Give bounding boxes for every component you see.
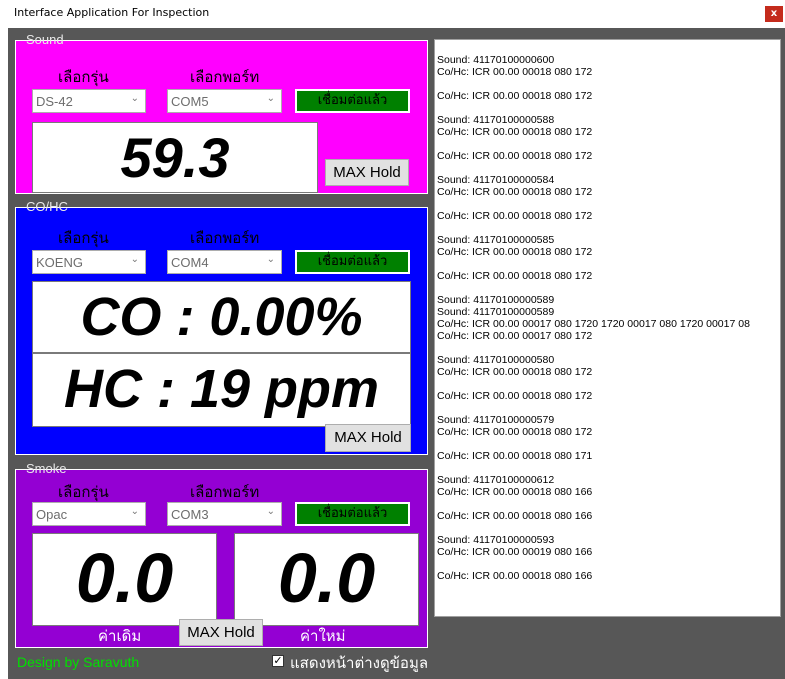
smoke-old-display: 0.0: [32, 533, 217, 626]
log-line: Co/Hc: ICR 00.00 00019 080 166: [437, 546, 593, 558]
design-credit: Design by Saravuth: [17, 654, 140, 670]
log-line: Co/Hc: ICR 00.00 00018 080 172: [437, 186, 593, 198]
smoke-new-display: 0.0: [234, 533, 419, 626]
cohc-model-select[interactable]: KOENG ⌄: [32, 250, 146, 274]
cohc-legend: CO/HC: [26, 199, 68, 214]
smoke-group: Smoke เลือกรุ่น เลือกพอร์ท Opac ⌄ COM3 ⌄…: [15, 461, 428, 648]
co-reading-display: CO : 0.00%: [32, 281, 411, 353]
cohc-connect-button[interactable]: เชื่อมต่อแล้ว: [295, 250, 410, 274]
chevron-down-icon: ⌄: [266, 506, 275, 517]
co-reading: CO : 0.00%: [80, 287, 363, 347]
title-bar: Interface Application For Inspection x: [0, 0, 785, 29]
log-line: Sound: 41170100000589: [437, 294, 555, 306]
smoke-legend: Smoke: [26, 461, 67, 476]
log-line: Co/Hc: ICR 00.00 00018 080 172: [437, 126, 593, 138]
log-line: Co/Hc: ICR 00.00 00018 080 166: [437, 510, 593, 522]
cohc-max-hold-button[interactable]: MAX Hold: [325, 424, 411, 452]
chevron-down-icon: ⌄: [266, 93, 275, 104]
log-line: Co/Hc: ICR 00.00 00018 080 172: [437, 366, 593, 378]
chevron-down-icon: ⌄: [130, 93, 139, 104]
cohc-port-label: เลือกพอร์ท: [190, 229, 260, 247]
sound-model-label: เลือกรุ่น: [58, 68, 109, 86]
sound-model-value: DS-42: [36, 94, 73, 109]
close-button[interactable]: x: [765, 6, 783, 22]
log-line: Co/Hc: ICR 00.00 00018 080 166: [437, 486, 593, 498]
smoke-new-reading: 0.0: [277, 539, 376, 617]
log-line: Co/Hc: ICR 00.00 00018 080 172: [437, 66, 593, 78]
cohc-port-select[interactable]: COM4 ⌄: [167, 250, 282, 274]
smoke-model-label: เลือกรุ่น: [58, 483, 109, 501]
chevron-down-icon: ⌄: [266, 254, 275, 265]
log-line: Co/Hc: ICR 00.00 00018 080 172: [437, 270, 593, 282]
close-icon: x: [770, 8, 778, 19]
show-window-checkbox[interactable]: ✓: [272, 655, 284, 667]
smoke-new-label: ค่าใหม่: [300, 627, 346, 645]
log-line: Sound: 41170100000579: [437, 414, 555, 426]
chevron-down-icon: ⌄: [130, 506, 139, 517]
log-line: Co/Hc: ICR 00.00 00018 080 166: [437, 570, 593, 582]
smoke-old-reading: 0.0: [75, 539, 174, 617]
sound-reading: 59.3: [120, 126, 230, 189]
hc-reading-display: HC : 19 ppm: [32, 353, 411, 427]
log-line: Sound: 41170100000600: [437, 54, 555, 66]
cohc-port-value: COM4: [171, 255, 209, 270]
log-line: Sound: 41170100000585: [437, 234, 555, 246]
smoke-connect-button[interactable]: เชื่อมต่อแล้ว: [295, 502, 410, 526]
log-line: Co/Hc: ICR 00.00 00017 080 1720 1720 000…: [437, 318, 750, 330]
sound-reading-display: 59.3: [32, 122, 318, 193]
log-line: Co/Hc: ICR 00.00 00018 080 172: [437, 210, 593, 222]
sound-port-select[interactable]: COM5 ⌄: [167, 89, 282, 113]
log-line: Sound: 41170100000580: [437, 354, 555, 366]
sound-group: Sound เลือกรุ่น เลือกพอร์ท DS-42 ⌄ COM5 …: [15, 32, 428, 194]
log-line: Co/Hc: ICR 00.00 00018 080 171: [437, 450, 593, 462]
smoke-port-value: COM3: [171, 507, 209, 522]
sound-model-select[interactable]: DS-42 ⌄: [32, 89, 146, 113]
smoke-port-select[interactable]: COM3 ⌄: [167, 502, 282, 526]
smoke-max-hold-button[interactable]: MAX Hold: [179, 619, 263, 646]
sound-connect-button[interactable]: เชื่อมต่อแล้ว: [295, 89, 410, 113]
log-line: Sound: 41170100000589: [437, 306, 555, 318]
log-line: Co/Hc: ICR 00.00 00018 080 172: [437, 390, 593, 402]
smoke-model-value: Opac: [36, 507, 68, 522]
background-window-edge: [0, 28, 8, 679]
log-line: Co/Hc: ICR 00.00 00018 080 172: [437, 426, 593, 438]
sound-port-value: COM5: [171, 94, 209, 109]
smoke-port-label: เลือกพอร์ท: [190, 483, 260, 501]
log-line: Sound: 41170100000588: [437, 114, 555, 126]
show-window-label: แสดงหน้าต่างดูข้อมูล: [290, 654, 429, 672]
sound-legend: Sound: [26, 32, 64, 47]
sound-port-label: เลือกพอร์ท: [190, 68, 260, 86]
log-line: Sound: 41170100000584: [437, 174, 555, 186]
cohc-group: CO/HC เลือกรุ่น เลือกพอร์ท KOENG ⌄ COM4 …: [15, 199, 428, 455]
log-line: Co/Hc: ICR 00.00 00018 080 172: [437, 150, 593, 162]
chevron-down-icon: ⌄: [130, 254, 139, 265]
smoke-old-label: ค่าเดิม: [98, 627, 142, 645]
data-log-panel[interactable]: Sound: 41170100000600 Co/Hc: ICR 00.00 00…: [434, 39, 781, 617]
sound-max-hold-button[interactable]: MAX Hold: [325, 159, 409, 186]
smoke-model-select[interactable]: Opac ⌄: [32, 502, 146, 526]
checkmark-icon: ✓: [273, 654, 283, 667]
window-title: Interface Application For Inspection: [14, 6, 210, 19]
log-line: Co/Hc: ICR 00.00 00018 080 172: [437, 90, 593, 102]
hc-reading: HC : 19 ppm: [63, 359, 380, 419]
log-line: Co/Hc: ICR 00.00 00017 080 172: [437, 330, 593, 342]
log-line: Sound: 41170100000593: [437, 534, 555, 546]
log-line: Co/Hc: ICR 00.00 00018 080 172: [437, 246, 593, 258]
cohc-model-value: KOENG: [36, 255, 83, 270]
cohc-model-label: เลือกรุ่น: [58, 229, 109, 247]
log-line: Sound: 41170100000612: [437, 474, 555, 486]
